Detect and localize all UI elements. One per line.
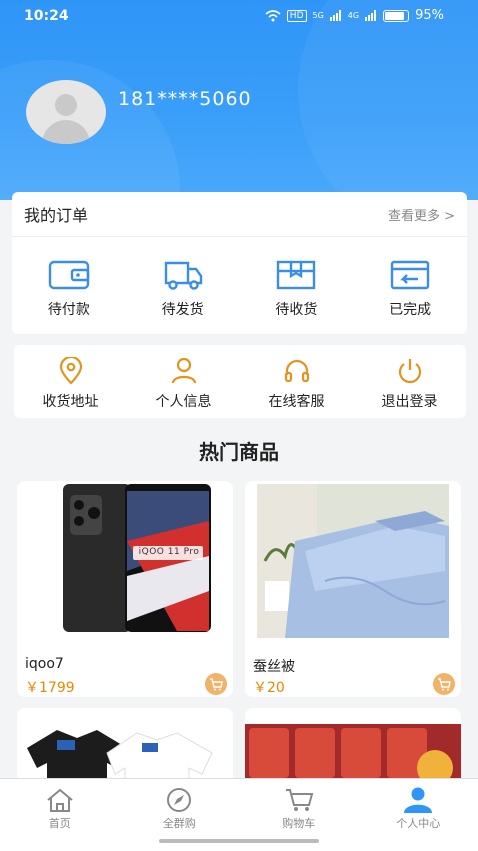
product-name: iqoo7 <box>25 656 64 672</box>
order-pending-shipment[interactable]: 待发货 <box>126 237 240 319</box>
home-icon <box>45 787 75 813</box>
compass-icon <box>164 787 194 813</box>
home-indicator[interactable] <box>159 839 319 843</box>
service-logout[interactable]: 退出登录 <box>353 345 466 411</box>
package-icon <box>275 259 317 291</box>
signal-5g-label: 5G <box>313 11 324 20</box>
cart-icon <box>284 787 314 813</box>
product-name: 蚕丝被 <box>253 656 295 676</box>
status-time: 10:24 <box>24 8 69 24</box>
orders-card: 我的订单 查看更多 > 待付款 待发货 待收货 已完成 <box>12 192 467 334</box>
product-card[interactable]: 蚕丝被 ￥20 <box>245 481 461 697</box>
order-label: 待发货 <box>162 299 204 319</box>
avatar[interactable] <box>26 80 106 144</box>
service-label: 个人信息 <box>156 391 212 411</box>
tab-label: 全群购 <box>163 815 196 831</box>
product-image-cans <box>245 708 461 788</box>
headset-icon <box>283 357 311 385</box>
signal-icon <box>330 10 342 21</box>
product-card[interactable] <box>17 708 233 788</box>
product-image-phone <box>17 481 233 641</box>
status-bar: 10:24 HD 5G 4G 95% <box>0 0 478 34</box>
service-address[interactable]: 收货地址 <box>14 345 127 411</box>
service-support[interactable]: 在线客服 <box>240 345 353 411</box>
tab-profile[interactable]: 个人中心 <box>359 779 478 851</box>
product-image-quilt <box>245 481 461 641</box>
order-label: 待付款 <box>48 299 90 319</box>
product-card[interactable]: iQOO 11 Pro iqoo7 ￥1799 <box>17 481 233 697</box>
add-to-cart-button[interactable] <box>205 673 227 695</box>
order-pending-payment[interactable]: 待付款 <box>12 237 126 319</box>
cart-icon <box>437 678 451 691</box>
product-image-tshirts <box>17 708 233 788</box>
network-label: HD <box>287 10 307 22</box>
add-to-cart-button[interactable] <box>433 673 455 695</box>
wifi-icon <box>265 10 281 22</box>
phone-screen-label: iQOO 11 Pro <box>135 547 203 557</box>
product-price: ￥1799 <box>25 677 75 697</box>
tab-home[interactable]: 首页 <box>0 779 120 851</box>
truck-icon <box>162 259 204 291</box>
status-indicators: HD 5G 4G 95% <box>265 8 444 23</box>
user-phone: 181****5060 <box>118 88 252 110</box>
product-card[interactable] <box>245 708 461 788</box>
signal-4g-label: 4G <box>348 11 359 20</box>
service-label: 退出登录 <box>382 391 438 411</box>
tab-label: 购物车 <box>282 815 315 831</box>
tab-label: 首页 <box>49 815 71 831</box>
power-icon <box>396 357 424 385</box>
service-label: 在线客服 <box>269 391 325 411</box>
order-label: 待收货 <box>275 299 317 319</box>
wallet-icon <box>48 259 90 291</box>
view-more-link[interactable]: 查看更多 > <box>388 205 455 224</box>
battery-icon <box>383 10 409 22</box>
tab-label: 个人中心 <box>396 815 440 831</box>
services-card: 收货地址 个人信息 在线客服 退出登录 <box>14 345 466 418</box>
user-icon <box>171 357 197 385</box>
hot-products-title: 热门商品 <box>0 436 478 465</box>
order-completed[interactable]: 已完成 <box>353 237 467 319</box>
battery-percent: 95% <box>415 8 444 23</box>
orders-title: 我的订单 <box>24 202 88 226</box>
cart-icon <box>209 678 223 691</box>
service-label: 收货地址 <box>43 391 99 411</box>
location-pin-icon <box>58 357 84 385</box>
signal-icon <box>365 10 377 21</box>
order-pending-receipt[interactable]: 待收货 <box>240 237 354 319</box>
order-label: 已完成 <box>389 299 431 319</box>
person-icon <box>402 787 434 813</box>
return-box-icon <box>389 259 431 291</box>
service-profile[interactable]: 个人信息 <box>127 345 240 411</box>
product-price: ￥20 <box>253 677 285 697</box>
